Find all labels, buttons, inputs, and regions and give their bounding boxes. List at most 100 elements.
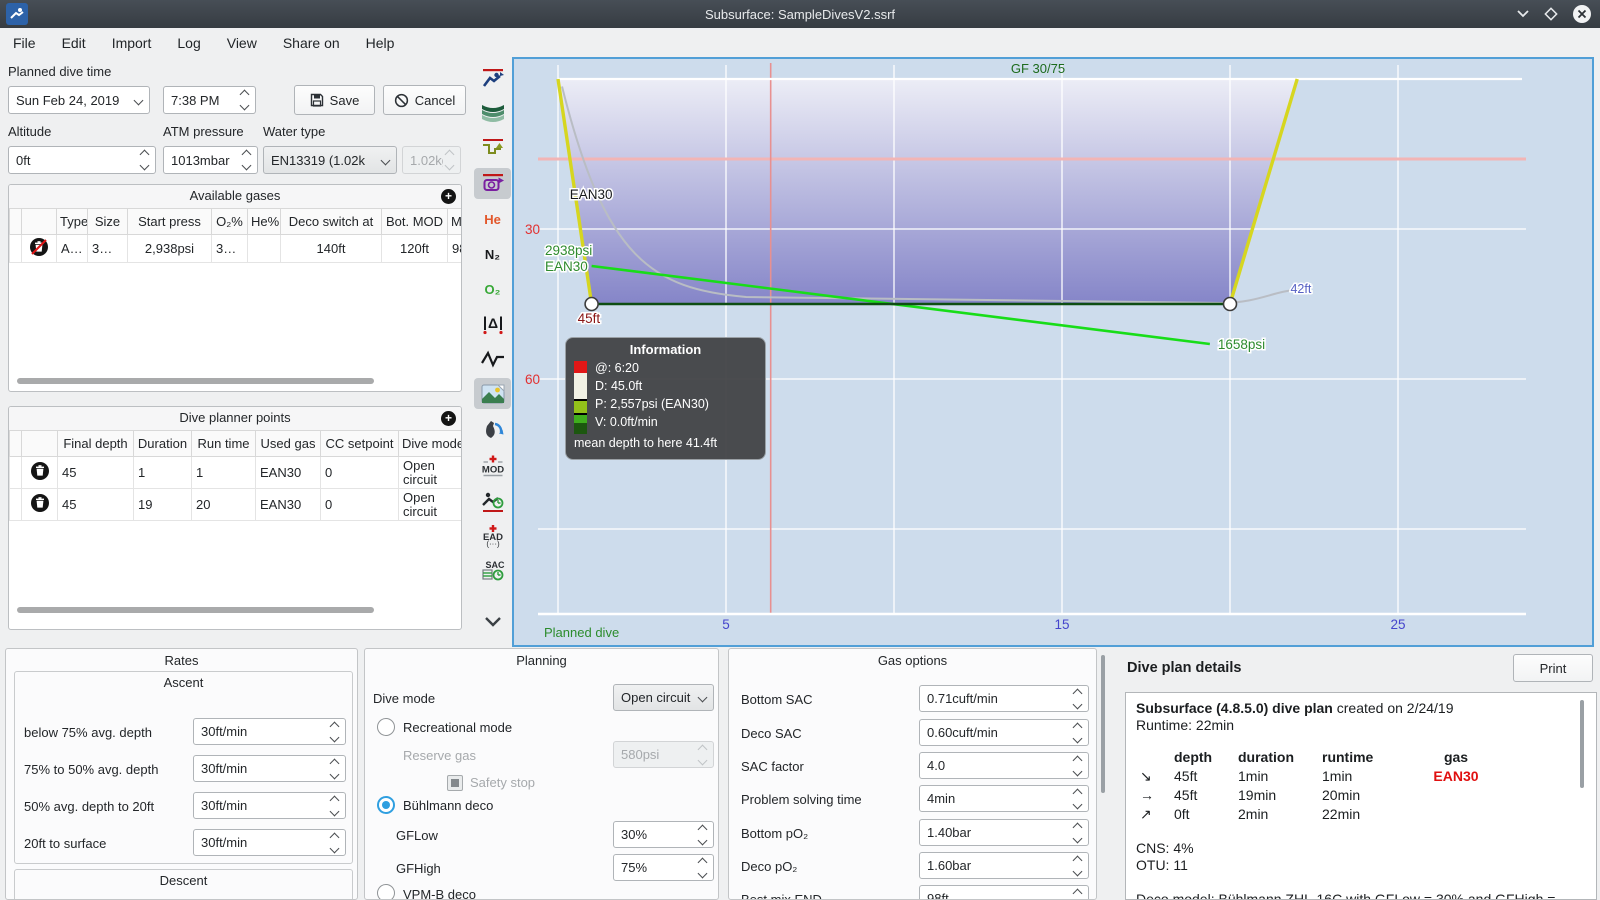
spin-arrows-icon[interactable] [1071,755,1084,777]
add-gas-button[interactable]: + [441,189,456,204]
gas-start-press[interactable]: 2,938psi [127,234,212,263]
menu-import[interactable]: Import [99,28,165,58]
gas-bot-mod[interactable]: 120ft [381,234,448,263]
point-run-time[interactable]: 1 [191,456,256,489]
toolbar-tissues-button[interactable] [474,414,511,445]
add-point-button[interactable]: + [441,411,456,426]
point-row[interactable]: 45 1 1 EAN30 0 Open circuit [9,456,461,489]
toolbar-setpoint-button[interactable] [474,168,511,199]
col-used-gas[interactable]: Used gas [255,430,321,457]
menu-share-on[interactable]: Share on [270,28,353,58]
col-dive-mode[interactable]: Dive mode [398,430,461,457]
spin-arrows-icon[interactable] [328,721,341,743]
spin-arrows-icon[interactable] [1071,822,1084,844]
toolbar-mod-button[interactable]: MOD [474,450,511,481]
col-cc-setpoint[interactable]: CC setpoint [320,430,399,457]
spin-arrows-icon[interactable] [240,149,253,171]
delete-gas-disabled-icon[interactable] [29,237,49,257]
col-run-time[interactable]: Run time [191,430,256,457]
gas-o2[interactable]: 3… [211,234,248,263]
bottom-sac-field[interactable]: 0.71cuft/min [919,685,1089,712]
menu-view[interactable]: View [214,28,270,58]
point-dive-mode[interactable]: Open circuit [398,456,461,489]
maximize-button[interactable] [1544,7,1558,21]
dive-waypoint-handle[interactable] [1222,296,1238,312]
toolbar-pHe-button[interactable]: He [474,204,511,235]
menu-help[interactable]: Help [353,28,408,58]
point-final-depth[interactable]: 45 [57,456,134,489]
deco-po2-field[interactable]: 1.60bar [919,852,1089,879]
dive-mode-select[interactable]: Open circuit [613,684,714,711]
col-he[interactable]: He% [247,208,281,235]
gas-row[interactable]: A… 3… 2,938psi 3… 140ft 120ft 98ft [9,234,461,263]
ascent-rate-3-field[interactable]: 30ft/min [193,792,346,819]
gflow-field[interactable]: 30% [613,821,714,848]
toolbar-ead-button[interactable]: EAD (···) [474,520,511,551]
cancel-button[interactable]: Cancel [383,85,466,115]
toolbar-pO2-button[interactable]: O₂ [474,274,511,305]
point-duration[interactable]: 1 [133,456,192,489]
toolbar-photos-button[interactable] [474,378,511,409]
toolbar-pN2-button[interactable]: N₂ [474,239,511,270]
point-cc-setpoint[interactable]: 0 [320,488,399,521]
gfhigh-field[interactable]: 75% [613,854,714,881]
toolbar-ceiling-button[interactable] [474,133,511,164]
delete-point-icon[interactable] [30,461,50,481]
recreational-mode-radio[interactable] [377,718,395,736]
altitude-field[interactable]: 0ft [8,146,156,174]
sac-factor-field[interactable]: 4.0 [919,752,1089,779]
spin-arrows-icon[interactable] [696,857,709,879]
col-duration[interactable]: Duration [133,430,192,457]
toolbar-scroll-down-button[interactable] [474,606,511,637]
col-start-press[interactable]: Start press [127,208,212,235]
spin-arrows-icon[interactable] [138,149,151,171]
plan-text-vscrollbar[interactable] [1580,700,1584,788]
col-final-depth[interactable]: Final depth [57,430,134,457]
spin-arrows-icon[interactable] [328,758,341,780]
atm-pressure-field[interactable]: 1013mbar [163,146,258,174]
spin-arrows-icon[interactable] [1071,855,1084,877]
ascent-rate-4-field[interactable]: 30ft/min [193,829,346,856]
dive-time-field[interactable]: 7:38 PM [163,86,256,114]
save-button[interactable]: Save [294,85,375,115]
delete-point-icon[interactable] [30,493,50,513]
ascent-rate-1-field[interactable]: 30ft/min [193,718,346,745]
spin-arrows-icon[interactable] [1071,888,1084,900]
dive-plan-text[interactable]: Subsurface (4.8.5.0) dive plan created o… [1125,692,1597,900]
col-type[interactable]: Type [56,208,88,235]
col-bot-mod[interactable]: Bot. MOD [381,208,448,235]
spin-arrows-icon[interactable] [1071,688,1084,710]
col-o2[interactable]: O₂% [211,208,248,235]
toolbar-sac-button[interactable]: SAC [474,555,511,586]
toolbar-ndl-button[interactable] [474,485,511,516]
spin-arrows-icon[interactable] [328,832,341,854]
point-row[interactable]: 45 19 20 EAN30 0 Open circuit [9,488,461,521]
ascent-rate-2-field[interactable]: 30ft/min [193,755,346,782]
bottom-area-vscrollbar[interactable] [1101,655,1105,793]
deco-sac-field[interactable]: 0.60cuft/min [919,719,1089,746]
point-used-gas[interactable]: EAN30 [255,488,321,521]
gas-he[interactable] [247,234,281,263]
col-mnd[interactable]: MND [447,208,461,235]
print-button[interactable]: Print [1513,654,1593,682]
dive-waypoint-handle[interactable] [584,296,599,312]
gas-deco-switch[interactable]: 140ft [280,234,382,263]
point-duration[interactable]: 19 [133,488,192,521]
point-run-time[interactable]: 20 [191,488,256,521]
vpmb-deco-radio[interactable] [377,884,395,899]
menu-edit[interactable]: Edit [49,28,99,58]
minimize-button[interactable] [1516,9,1530,19]
dive-profile-chart[interactable]: GF 30/75 30 60 5 15 25 45ft EAN30 2938psi EAN30 16… [512,57,1594,647]
gas-mnd[interactable]: 98ft [447,234,461,263]
close-button[interactable] [1572,4,1592,24]
point-cc-setpoint[interactable]: 0 [320,456,399,489]
spin-arrows-icon[interactable] [328,795,341,817]
gas-type[interactable]: A… [56,234,88,263]
best-mix-end-field[interactable]: 98ft [919,885,1089,900]
toolbar-dc-ceiling-button[interactable] [474,63,511,94]
information-tooltip[interactable]: Information @: 6:20 D: 45.0ft P: 2,557ps… [565,337,766,460]
point-dive-mode[interactable]: Open circuit [398,488,461,521]
spin-arrows-icon[interactable] [696,824,709,846]
spin-arrows-icon[interactable] [238,89,251,111]
dive-date-select[interactable]: Sun Feb 24, 2019 [8,86,150,114]
